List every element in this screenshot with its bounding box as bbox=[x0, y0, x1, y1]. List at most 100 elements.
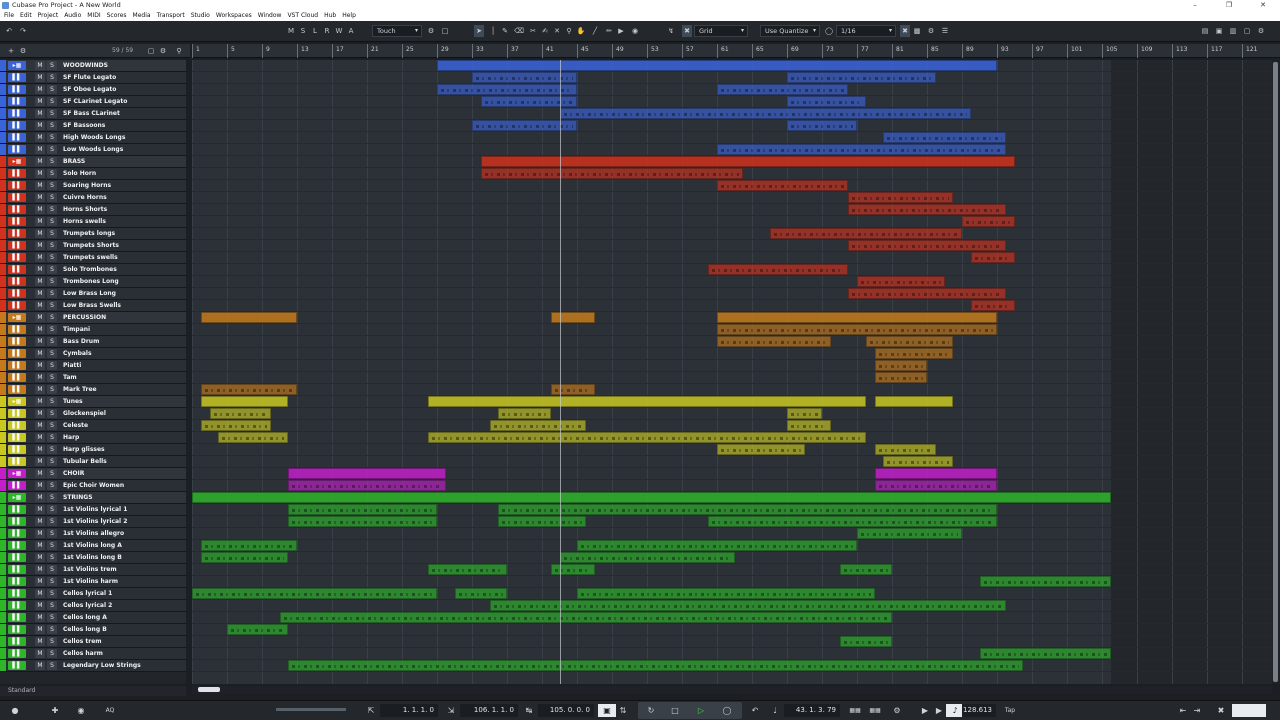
track-visibility-icon[interactable]: ▢ bbox=[146, 45, 156, 57]
solo-button[interactable]: S bbox=[47, 565, 57, 574]
mute-tool-icon[interactable]: ✕ bbox=[552, 25, 562, 37]
mute-button[interactable]: M bbox=[35, 517, 45, 526]
midi-part[interactable] bbox=[883, 132, 1006, 143]
midi-part[interactable] bbox=[708, 516, 997, 527]
solo-button[interactable]: S bbox=[47, 385, 57, 394]
cycle-icon[interactable]: ↻ bbox=[642, 704, 660, 717]
instrument-icon[interactable]: ▌▌ bbox=[8, 301, 26, 310]
position-field[interactable]: 43. 1. 3. 79 bbox=[784, 704, 840, 717]
instrument-icon[interactable]: ▌▌ bbox=[8, 325, 26, 334]
mute-button[interactable]: M bbox=[35, 85, 45, 94]
instrument-icon[interactable]: ▌▌ bbox=[8, 457, 26, 466]
instrument-icon[interactable]: ▌▌ bbox=[8, 145, 26, 154]
instrument-icon[interactable]: ▌▌ bbox=[8, 229, 26, 238]
solo-button[interactable]: S bbox=[47, 169, 57, 178]
solo-button[interactable]: S bbox=[47, 421, 57, 430]
mute-button[interactable]: M bbox=[35, 217, 45, 226]
midi-part[interactable] bbox=[480, 96, 577, 107]
add-track-icon[interactable]: + bbox=[6, 45, 16, 57]
mute-button[interactable]: M bbox=[35, 373, 45, 382]
quantize-settings-icon[interactable]: ⚙ bbox=[926, 25, 936, 37]
split-tool-icon[interactable]: ✂ bbox=[528, 25, 538, 37]
instrument-icon[interactable]: ▌▌ bbox=[8, 541, 26, 550]
layout-bottom-icon[interactable]: ▣ bbox=[1214, 25, 1224, 37]
midi-part[interactable] bbox=[209, 408, 271, 419]
instrument-icon[interactable]: ▌▌ bbox=[8, 241, 26, 250]
time-format-icons[interactable]: ▦▦ bbox=[846, 704, 864, 717]
folder-part[interactable] bbox=[437, 60, 997, 71]
solo-button[interactable]: S bbox=[47, 349, 57, 358]
midi-part[interactable] bbox=[437, 84, 577, 95]
stop-icon[interactable]: □ bbox=[666, 704, 684, 717]
hand-tool-icon[interactable]: ✋ bbox=[576, 25, 586, 37]
track-settings-icon[interactable]: ⚙ bbox=[158, 45, 168, 57]
instrument-track[interactable]: ▌▌ M S Trumpets swells bbox=[0, 252, 186, 264]
horizontal-scrollbar[interactable] bbox=[192, 686, 1272, 694]
mute-button[interactable]: M bbox=[35, 301, 45, 310]
midi-part[interactable] bbox=[218, 432, 289, 443]
instrument-track[interactable]: ▌▌ M S Cellos harm bbox=[0, 648, 186, 660]
folder-track[interactable]: ▸▦ M S WOODWINDS bbox=[0, 60, 186, 72]
color-tool-icon[interactable]: ◉ bbox=[630, 25, 640, 37]
play-icon[interactable]: ▷ bbox=[692, 704, 710, 717]
midi-part[interactable] bbox=[874, 372, 927, 383]
folder-part[interactable] bbox=[200, 396, 289, 407]
midi-part[interactable] bbox=[498, 516, 586, 527]
folder-part[interactable] bbox=[428, 396, 866, 407]
mute-button[interactable]: M bbox=[35, 253, 45, 262]
solo-button[interactable]: S bbox=[47, 61, 57, 70]
midi-part[interactable] bbox=[839, 564, 892, 575]
mute-button[interactable]: M bbox=[35, 589, 45, 598]
mute-button[interactable]: M bbox=[35, 409, 45, 418]
midi-part[interactable] bbox=[717, 84, 849, 95]
record-icon[interactable]: ◯ bbox=[718, 704, 736, 717]
midi-part[interactable] bbox=[717, 324, 997, 335]
instrument-track[interactable]: ▌▌ M S 1st Violins harm bbox=[0, 576, 186, 588]
midi-part[interactable] bbox=[200, 552, 289, 563]
vertical-scrollbar[interactable] bbox=[1272, 60, 1280, 684]
mute-button[interactable]: M bbox=[35, 265, 45, 274]
left-locator-icon[interactable]: ⇱ bbox=[362, 704, 380, 717]
instrument-track[interactable]: ▌▌ M S Epic Choir Women bbox=[0, 480, 186, 492]
midi-part[interactable] bbox=[848, 204, 1006, 215]
instrument-icon[interactable]: ▌▌ bbox=[8, 169, 26, 178]
instrument-icon[interactable]: ▌▌ bbox=[8, 277, 26, 286]
instrument-track[interactable]: ▌▌ M S Tam bbox=[0, 372, 186, 384]
music-time-icon[interactable]: ♩ bbox=[766, 704, 784, 717]
instrument-track[interactable]: ▌▌ M S Cellos lyrical 1 bbox=[0, 588, 186, 600]
sync-icon[interactable]: ⚙ bbox=[888, 704, 906, 717]
mute-button[interactable]: M bbox=[35, 169, 45, 178]
right-locator-icon[interactable]: ⇲ bbox=[442, 704, 460, 717]
mute-button[interactable]: M bbox=[35, 613, 45, 622]
loop-settings-icon[interactable]: ⇅ bbox=[614, 704, 632, 717]
menu-window[interactable]: Window bbox=[258, 11, 282, 21]
midi-part[interactable] bbox=[979, 648, 1111, 659]
solo-button[interactable]: S bbox=[47, 277, 57, 286]
instrument-icon[interactable]: ▌▌ bbox=[8, 253, 26, 262]
mute-button[interactable]: M bbox=[35, 565, 45, 574]
mute-button[interactable]: M bbox=[35, 193, 45, 202]
instrument-icon[interactable]: ▌▌ bbox=[8, 661, 26, 670]
mute-button[interactable]: M bbox=[35, 553, 45, 562]
solo-button[interactable]: S bbox=[47, 181, 57, 190]
solo-button[interactable]: S bbox=[47, 445, 57, 454]
midi-part[interactable] bbox=[883, 456, 954, 467]
solo-button[interactable]: S bbox=[47, 109, 57, 118]
mute-button[interactable]: M bbox=[35, 157, 45, 166]
midi-part[interactable] bbox=[550, 384, 595, 395]
mute-button[interactable]: M bbox=[35, 145, 45, 154]
instrument-icon[interactable]: ▌▌ bbox=[8, 565, 26, 574]
search-icon[interactable]: ⚲ bbox=[174, 45, 184, 57]
menu-studio[interactable]: Studio bbox=[191, 11, 210, 21]
tap-tempo-button[interactable]: Tap bbox=[1000, 704, 1020, 717]
midi-part[interactable] bbox=[227, 624, 289, 635]
draw-tool-icon[interactable]: ✏ bbox=[604, 25, 614, 37]
menu-midi[interactable]: MIDI bbox=[87, 11, 100, 21]
solo-button[interactable]: S bbox=[47, 253, 57, 262]
instrument-icon[interactable]: ▌▌ bbox=[8, 217, 26, 226]
instrument-icon[interactable]: ▌▌ bbox=[8, 433, 26, 442]
solo-button[interactable]: S bbox=[47, 397, 57, 406]
instrument-track[interactable]: ▌▌ M S Mark Tree bbox=[0, 384, 186, 396]
quantize-mode-select[interactable]: Use Quantize ▾ bbox=[760, 25, 820, 37]
layout-right-icon[interactable]: ▥ bbox=[1228, 25, 1238, 37]
